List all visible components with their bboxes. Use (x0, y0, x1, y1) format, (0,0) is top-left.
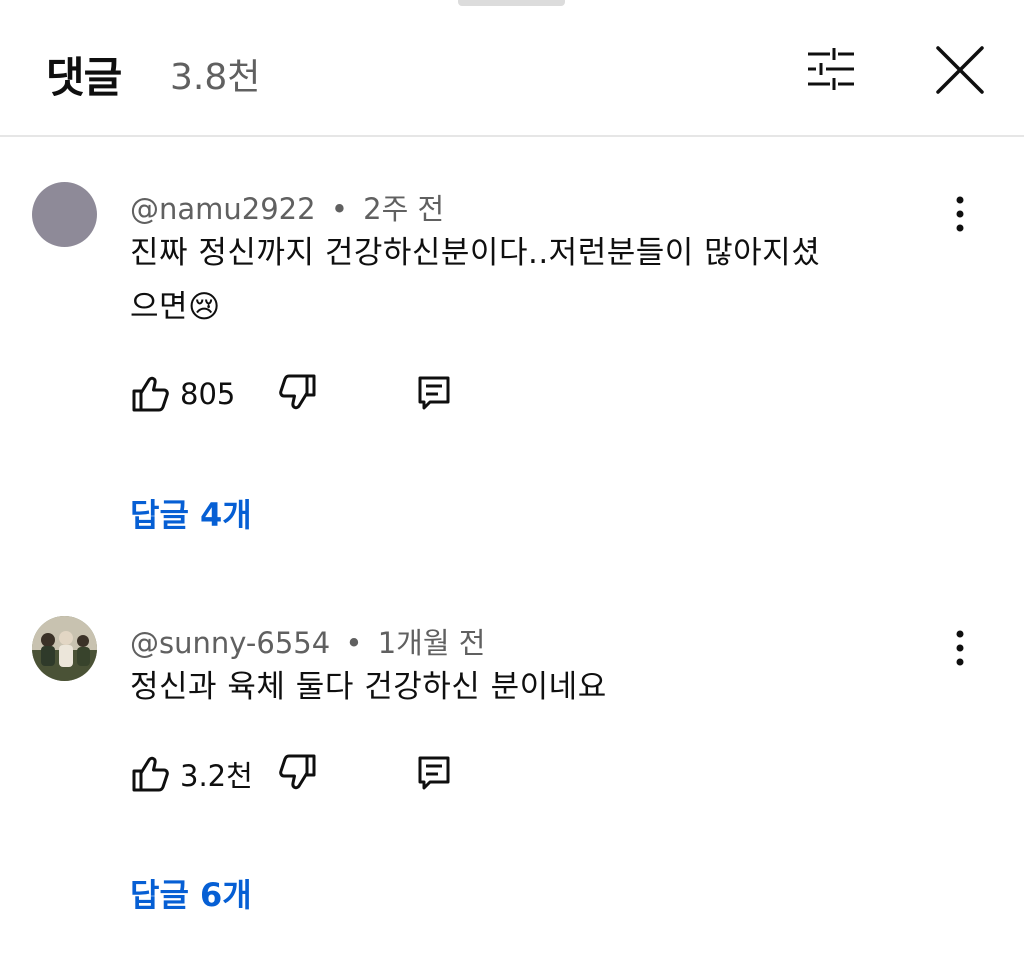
avatar[interactable] (32, 616, 97, 681)
reply-button[interactable] (414, 372, 458, 416)
meta-separator: • (345, 626, 363, 660)
comment-icon (418, 756, 450, 790)
comments-count: 3.8천 (170, 57, 261, 98)
avatar[interactable] (32, 182, 97, 247)
comments-panel: 댓글 3.8천 @namu2922 • 2주 전 진짜 정신까지 건강하신분이다… (0, 0, 1024, 957)
more-vert-icon (956, 196, 964, 232)
comment-menu-button[interactable] (940, 624, 980, 674)
avatar-photo-icon (32, 616, 97, 681)
reply-button[interactable] (414, 752, 458, 796)
comments-header: 댓글 3.8천 (0, 0, 1024, 137)
thumbs-down-icon (279, 754, 316, 790)
comment-text: 진짜 정신까지 건강하신분이다..저런분들이 많아지셨으면😢 (130, 235, 821, 325)
view-replies-link[interactable]: 답글 6개 (130, 870, 252, 916)
dislike-button[interactable] (278, 372, 322, 416)
like-button[interactable]: 3.2천 (130, 752, 253, 796)
comment-time: 2주 전 (363, 192, 445, 226)
like-count: 805 (180, 377, 236, 411)
comment-icon (418, 376, 450, 410)
comment-author[interactable]: @namu2922 (130, 192, 316, 226)
like-count: 3.2천 (180, 759, 253, 793)
thumbs-down-icon (279, 374, 316, 410)
comments-title: 댓글 (46, 53, 122, 102)
sort-filter-button[interactable] (804, 46, 858, 92)
view-replies-link[interactable]: 답글 4개 (130, 490, 252, 536)
tune-icon (808, 48, 854, 90)
comment-author[interactable]: @sunny-6554 (130, 626, 330, 660)
comment-text: 정신과 육체 둘다 건강하신 분이네요 (130, 669, 607, 705)
close-icon (936, 46, 984, 94)
comment-menu-button[interactable] (940, 190, 980, 240)
meta-separator: • (330, 192, 348, 226)
dislike-button[interactable] (278, 752, 322, 796)
like-button[interactable]: 805 (130, 372, 235, 416)
comment-actions: 805 (130, 372, 490, 416)
more-vert-icon (956, 630, 964, 666)
comment-meta: @sunny-6554 • 1개월 전 (130, 620, 485, 662)
thumbs-up-icon (132, 756, 169, 792)
comment-actions: 3.2천 (130, 752, 490, 796)
close-button[interactable] (934, 44, 986, 96)
thumbs-up-icon (132, 376, 169, 412)
comment-time: 1개월 전 (377, 626, 486, 660)
comment-meta: @namu2922 • 2주 전 (130, 186, 444, 228)
